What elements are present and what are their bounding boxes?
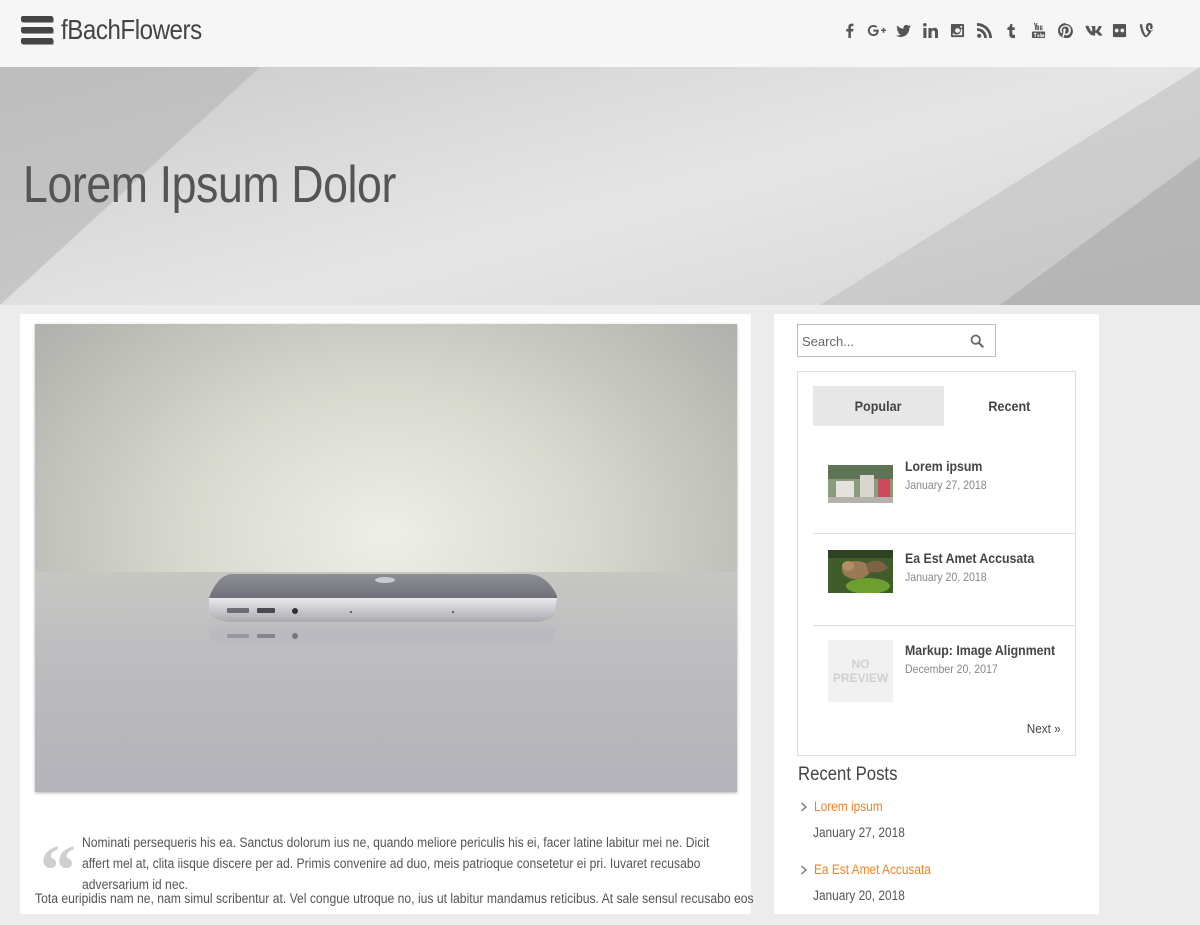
- post-date: January 27, 2018: [905, 478, 987, 492]
- popular-post-item[interactable]: Ea Est Amet Accusata January 20, 2018: [813, 534, 1075, 626]
- recent-post-link[interactable]: Ea Est Amet Accusata: [814, 862, 931, 877]
- article-content: “ Nominati persequeris his ea. Sanctus d…: [20, 314, 754, 914]
- instagram-icon[interactable]: [944, 20, 971, 40]
- recent-post-link[interactable]: Lorem ipsum: [814, 799, 883, 814]
- vk-icon[interactable]: [1079, 20, 1106, 40]
- posts-tabs-widget: Popular Recent Lorem ipsum January 27, 2…: [797, 371, 1076, 756]
- next-page-link[interactable]: Next »: [1027, 721, 1061, 736]
- recent-post-date: January 27, 2018: [813, 825, 905, 840]
- laptop-illustration: [209, 574, 557, 646]
- post-date: December 20, 2017: [905, 662, 998, 676]
- post-title-link[interactable]: Ea Est Amet Accusata: [905, 550, 1034, 566]
- social-icons-bar: [836, 20, 1160, 40]
- article-paragraph: Tota euripidis nam ne, nam simul scriben…: [35, 891, 754, 906]
- rss-icon[interactable]: [971, 20, 998, 40]
- twitter-icon[interactable]: [890, 20, 917, 40]
- popular-post-item[interactable]: Lorem ipsum January 27, 2018: [813, 442, 1075, 534]
- quote-text: Nominati persequeris his ea. Sanctus dol…: [82, 835, 710, 892]
- site-title[interactable]: fBachFlowers: [61, 14, 202, 46]
- popular-post-item[interactable]: NO PREVIEW Markup: Image Alignment Decem…: [813, 626, 1075, 718]
- post-date: January 20, 2018: [905, 570, 987, 584]
- pinterest-icon[interactable]: [1052, 20, 1079, 40]
- search-box: [797, 324, 996, 357]
- page-title: Lorem Ipsum Dolor: [23, 156, 396, 214]
- recent-posts-heading: Recent Posts: [798, 764, 898, 785]
- search-icon[interactable]: [970, 334, 984, 348]
- facebook-icon[interactable]: [836, 20, 863, 40]
- chevron-right-icon: [801, 865, 808, 875]
- post-thumbnail[interactable]: [828, 465, 893, 503]
- featured-image-laptop: [35, 324, 737, 792]
- no-preview-placeholder[interactable]: NO PREVIEW: [828, 640, 893, 702]
- post-title-link[interactable]: Lorem ipsum: [905, 458, 982, 474]
- google-plus-icon[interactable]: [863, 20, 890, 40]
- list-item: Lorem ipsum January 27, 2018: [798, 799, 1078, 862]
- hamburger-menu-icon[interactable]: [21, 16, 53, 46]
- vine-icon[interactable]: [1133, 20, 1160, 40]
- youtube-icon[interactable]: [1025, 20, 1052, 40]
- flickr-icon[interactable]: [1106, 20, 1133, 40]
- recent-post-date: January 20, 2018: [813, 888, 905, 903]
- tab-popular[interactable]: Popular: [813, 386, 944, 426]
- tumblr-icon[interactable]: [998, 20, 1025, 40]
- tab-recent[interactable]: Recent: [944, 386, 1075, 426]
- tab-bar: Popular Recent: [813, 386, 1075, 426]
- sidebar: Popular Recent Lorem ipsum January 27, 2…: [774, 314, 1099, 914]
- hero-banner: Lorem Ipsum Dolor: [0, 67, 1200, 305]
- recent-posts-list: Lorem ipsum January 27, 2018 Ea Est Amet…: [798, 799, 1078, 925]
- post-thumbnail[interactable]: [828, 550, 893, 593]
- search-input[interactable]: [802, 332, 952, 350]
- post-title-link[interactable]: Markup: Image Alignment: [905, 642, 1055, 658]
- linkedin-icon[interactable]: [917, 20, 944, 40]
- chevron-right-icon: [801, 802, 808, 812]
- site-header: fBachFlowers: [0, 0, 1200, 67]
- list-item: Ea Est Amet Accusata January 20, 2018: [798, 862, 1078, 925]
